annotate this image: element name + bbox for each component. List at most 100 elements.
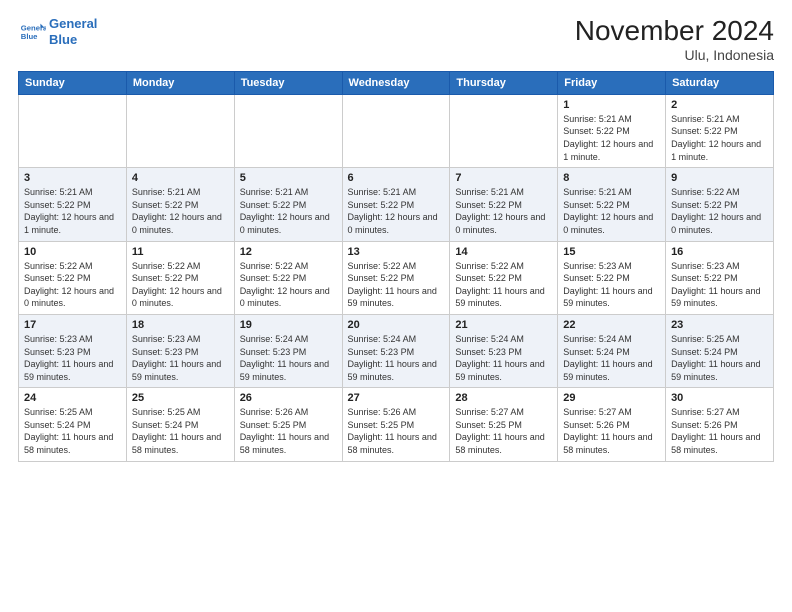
table-row: 9Sunrise: 5:22 AM Sunset: 5:22 PM Daylig…	[666, 168, 774, 241]
table-row: 19Sunrise: 5:24 AM Sunset: 5:23 PM Dayli…	[234, 314, 342, 387]
logo-icon: General Blue	[18, 18, 46, 46]
day-number: 4	[132, 172, 229, 184]
day-info: Sunrise: 5:26 AM Sunset: 5:25 PM Dayligh…	[240, 406, 337, 456]
day-number: 26	[240, 392, 337, 404]
day-info: Sunrise: 5:22 AM Sunset: 5:22 PM Dayligh…	[671, 186, 768, 236]
day-info: Sunrise: 5:26 AM Sunset: 5:25 PM Dayligh…	[348, 406, 445, 456]
header-monday: Monday	[126, 71, 234, 94]
table-row: 29Sunrise: 5:27 AM Sunset: 5:26 PM Dayli…	[558, 388, 666, 461]
logo: General Blue General Blue	[18, 16, 97, 47]
day-info: Sunrise: 5:22 AM Sunset: 5:22 PM Dayligh…	[455, 260, 552, 310]
day-number: 7	[455, 172, 552, 184]
calendar: Sunday Monday Tuesday Wednesday Thursday…	[18, 71, 774, 462]
table-row: 21 Sunrise: 5:24 AM Sunset: 5:23 PM Dayli…	[450, 314, 558, 387]
table-row: 18Sunrise: 5:23 AM Sunset: 5:23 PM Dayli…	[126, 314, 234, 387]
week-row-5: 24 Sunrise: 5:25 AM Sunset: 5:24 PM Dayli…	[19, 388, 774, 461]
table-row: 27 Sunrise: 5:26 AM Sunset: 5:25 PM Dayli…	[342, 388, 450, 461]
table-row: 4 Sunrise: 5:21 AM Sunset: 5:22 PM Daylig…	[126, 168, 234, 241]
day-info: Sunrise: 5:27 AM Sunset: 5:26 PM Dayligh…	[563, 406, 660, 456]
table-row: 11 Sunrise: 5:22 AM Sunset: 5:22 PM Dayli…	[126, 241, 234, 314]
day-number: 8	[563, 172, 660, 184]
table-row: 28 Sunrise: 5:27 AM Sunset: 5:25 PM Dayli…	[450, 388, 558, 461]
header-saturday: Saturday	[666, 71, 774, 94]
day-number: 1	[563, 99, 660, 111]
day-info: Sunrise: 5:24 AM Sunset: 5:23 PM Dayligh…	[455, 333, 552, 383]
day-info: Sunrise: 5:27 AM Sunset: 5:26 PM Dayligh…	[671, 406, 768, 456]
day-info: Sunrise: 5:21 AM Sunset: 5:22 PM Dayligh…	[671, 113, 768, 163]
day-info: Sunrise: 5:21 AM Sunset: 5:22 PM Dayligh…	[132, 186, 229, 236]
day-number: 23	[671, 319, 768, 331]
day-info: Sunrise: 5:23 AM Sunset: 5:22 PM Dayligh…	[671, 260, 768, 310]
table-row: 13 Sunrise: 5:22 AM Sunset: 5:22 PM Dayli…	[342, 241, 450, 314]
table-row: 14 Sunrise: 5:22 AM Sunset: 5:22 PM Dayli…	[450, 241, 558, 314]
day-info: Sunrise: 5:21 AM Sunset: 5:22 PM Dayligh…	[348, 186, 445, 236]
day-number: 30	[671, 392, 768, 404]
table-row: 15 Sunrise: 5:23 AM Sunset: 5:22 PM Dayli…	[558, 241, 666, 314]
table-row: 12 Sunrise: 5:22 AM Sunset: 5:22 PM Dayli…	[234, 241, 342, 314]
day-number: 28	[455, 392, 552, 404]
table-row	[126, 94, 234, 167]
header-friday: Friday	[558, 71, 666, 94]
day-info: Sunrise: 5:23 AM Sunset: 5:22 PM Dayligh…	[563, 260, 660, 310]
day-info: Sunrise: 5:22 AM Sunset: 5:22 PM Dayligh…	[132, 260, 229, 310]
day-info: Sunrise: 5:21 AM Sunset: 5:22 PM Dayligh…	[240, 186, 337, 236]
day-info: Sunrise: 5:22 AM Sunset: 5:22 PM Dayligh…	[240, 260, 337, 310]
day-info: Sunrise: 5:24 AM Sunset: 5:23 PM Dayligh…	[348, 333, 445, 383]
week-row-1: 1 Sunrise: 5:21 AM Sunset: 5:22 PM Daylig…	[19, 94, 774, 167]
day-info: Sunrise: 5:25 AM Sunset: 5:24 PM Dayligh…	[671, 333, 768, 383]
day-number: 21	[455, 319, 552, 331]
day-info: Sunrise: 5:21 AM Sunset: 5:22 PM Dayligh…	[563, 113, 660, 163]
page: General Blue General Blue November 2024 …	[0, 0, 792, 612]
month-title: November 2024	[575, 16, 774, 47]
day-number: 3	[24, 172, 121, 184]
day-number: 10	[24, 246, 121, 258]
day-info: Sunrise: 5:27 AM Sunset: 5:25 PM Dayligh…	[455, 406, 552, 456]
table-row: 7 Sunrise: 5:21 AM Sunset: 5:22 PM Daylig…	[450, 168, 558, 241]
table-row	[342, 94, 450, 167]
day-number: 17	[24, 319, 121, 331]
header-thursday: Thursday	[450, 71, 558, 94]
table-row: 10Sunrise: 5:22 AM Sunset: 5:22 PM Dayli…	[19, 241, 127, 314]
table-row: 23 Sunrise: 5:25 AM Sunset: 5:24 PM Dayli…	[666, 314, 774, 387]
day-number: 12	[240, 246, 337, 258]
day-number: 27	[348, 392, 445, 404]
day-number: 14	[455, 246, 552, 258]
svg-text:Blue: Blue	[21, 32, 38, 41]
table-row: 22Sunrise: 5:24 AM Sunset: 5:24 PM Dayli…	[558, 314, 666, 387]
day-number: 15	[563, 246, 660, 258]
day-info: Sunrise: 5:25 AM Sunset: 5:24 PM Dayligh…	[24, 406, 121, 456]
table-row: 5 Sunrise: 5:21 AM Sunset: 5:22 PM Daylig…	[234, 168, 342, 241]
location: Ulu, Indonesia	[575, 47, 774, 63]
header-wednesday: Wednesday	[342, 71, 450, 94]
table-row: 25 Sunrise: 5:25 AM Sunset: 5:24 PM Dayli…	[126, 388, 234, 461]
svg-text:General: General	[21, 23, 46, 32]
day-number: 6	[348, 172, 445, 184]
day-number: 11	[132, 246, 229, 258]
table-row: 1 Sunrise: 5:21 AM Sunset: 5:22 PM Daylig…	[558, 94, 666, 167]
header-sunday: Sunday	[19, 71, 127, 94]
day-number: 16	[671, 246, 768, 258]
table-row: 2 Sunrise: 5:21 AM Sunset: 5:22 PM Daylig…	[666, 94, 774, 167]
logo-line2: Blue	[49, 32, 97, 48]
day-info: Sunrise: 5:22 AM Sunset: 5:22 PM Dayligh…	[348, 260, 445, 310]
day-info: Sunrise: 5:21 AM Sunset: 5:22 PM Dayligh…	[455, 186, 552, 236]
day-number: 2	[671, 99, 768, 111]
day-info: Sunrise: 5:21 AM Sunset: 5:22 PM Dayligh…	[563, 186, 660, 236]
weekday-header-row: Sunday Monday Tuesday Wednesday Thursday…	[19, 71, 774, 94]
day-number: 25	[132, 392, 229, 404]
day-number: 13	[348, 246, 445, 258]
day-info: Sunrise: 5:21 AM Sunset: 5:22 PM Dayligh…	[24, 186, 121, 236]
week-row-3: 10 Sunrise: 5:22 AM Sunset: 5:22 PM Dayli…	[19, 241, 774, 314]
day-number: 24	[24, 392, 121, 404]
table-row: 20Sunrise: 5:24 AM Sunset: 5:23 PM Dayli…	[342, 314, 450, 387]
table-row: 17 Sunrise: 5:23 AM Sunset: 5:23 PM Dayli…	[19, 314, 127, 387]
day-number: 5	[240, 172, 337, 184]
title-block: November 2024 Ulu, Indonesia	[575, 16, 774, 63]
week-row-4: 17 Sunrise: 5:23 AM Sunset: 5:23 PM Dayli…	[19, 314, 774, 387]
day-number: 18	[132, 319, 229, 331]
day-info: Sunrise: 5:25 AM Sunset: 5:24 PM Dayligh…	[132, 406, 229, 456]
table-row: 8 Sunrise: 5:21 AM Sunset: 5:22 PM Daylig…	[558, 168, 666, 241]
day-info: Sunrise: 5:23 AM Sunset: 5:23 PM Dayligh…	[24, 333, 121, 383]
table-row: 16 Sunrise: 5:23 AM Sunset: 5:22 PM Dayli…	[666, 241, 774, 314]
table-row: 3 Sunrise: 5:21 AM Sunset: 5:22 PM Daylig…	[19, 168, 127, 241]
